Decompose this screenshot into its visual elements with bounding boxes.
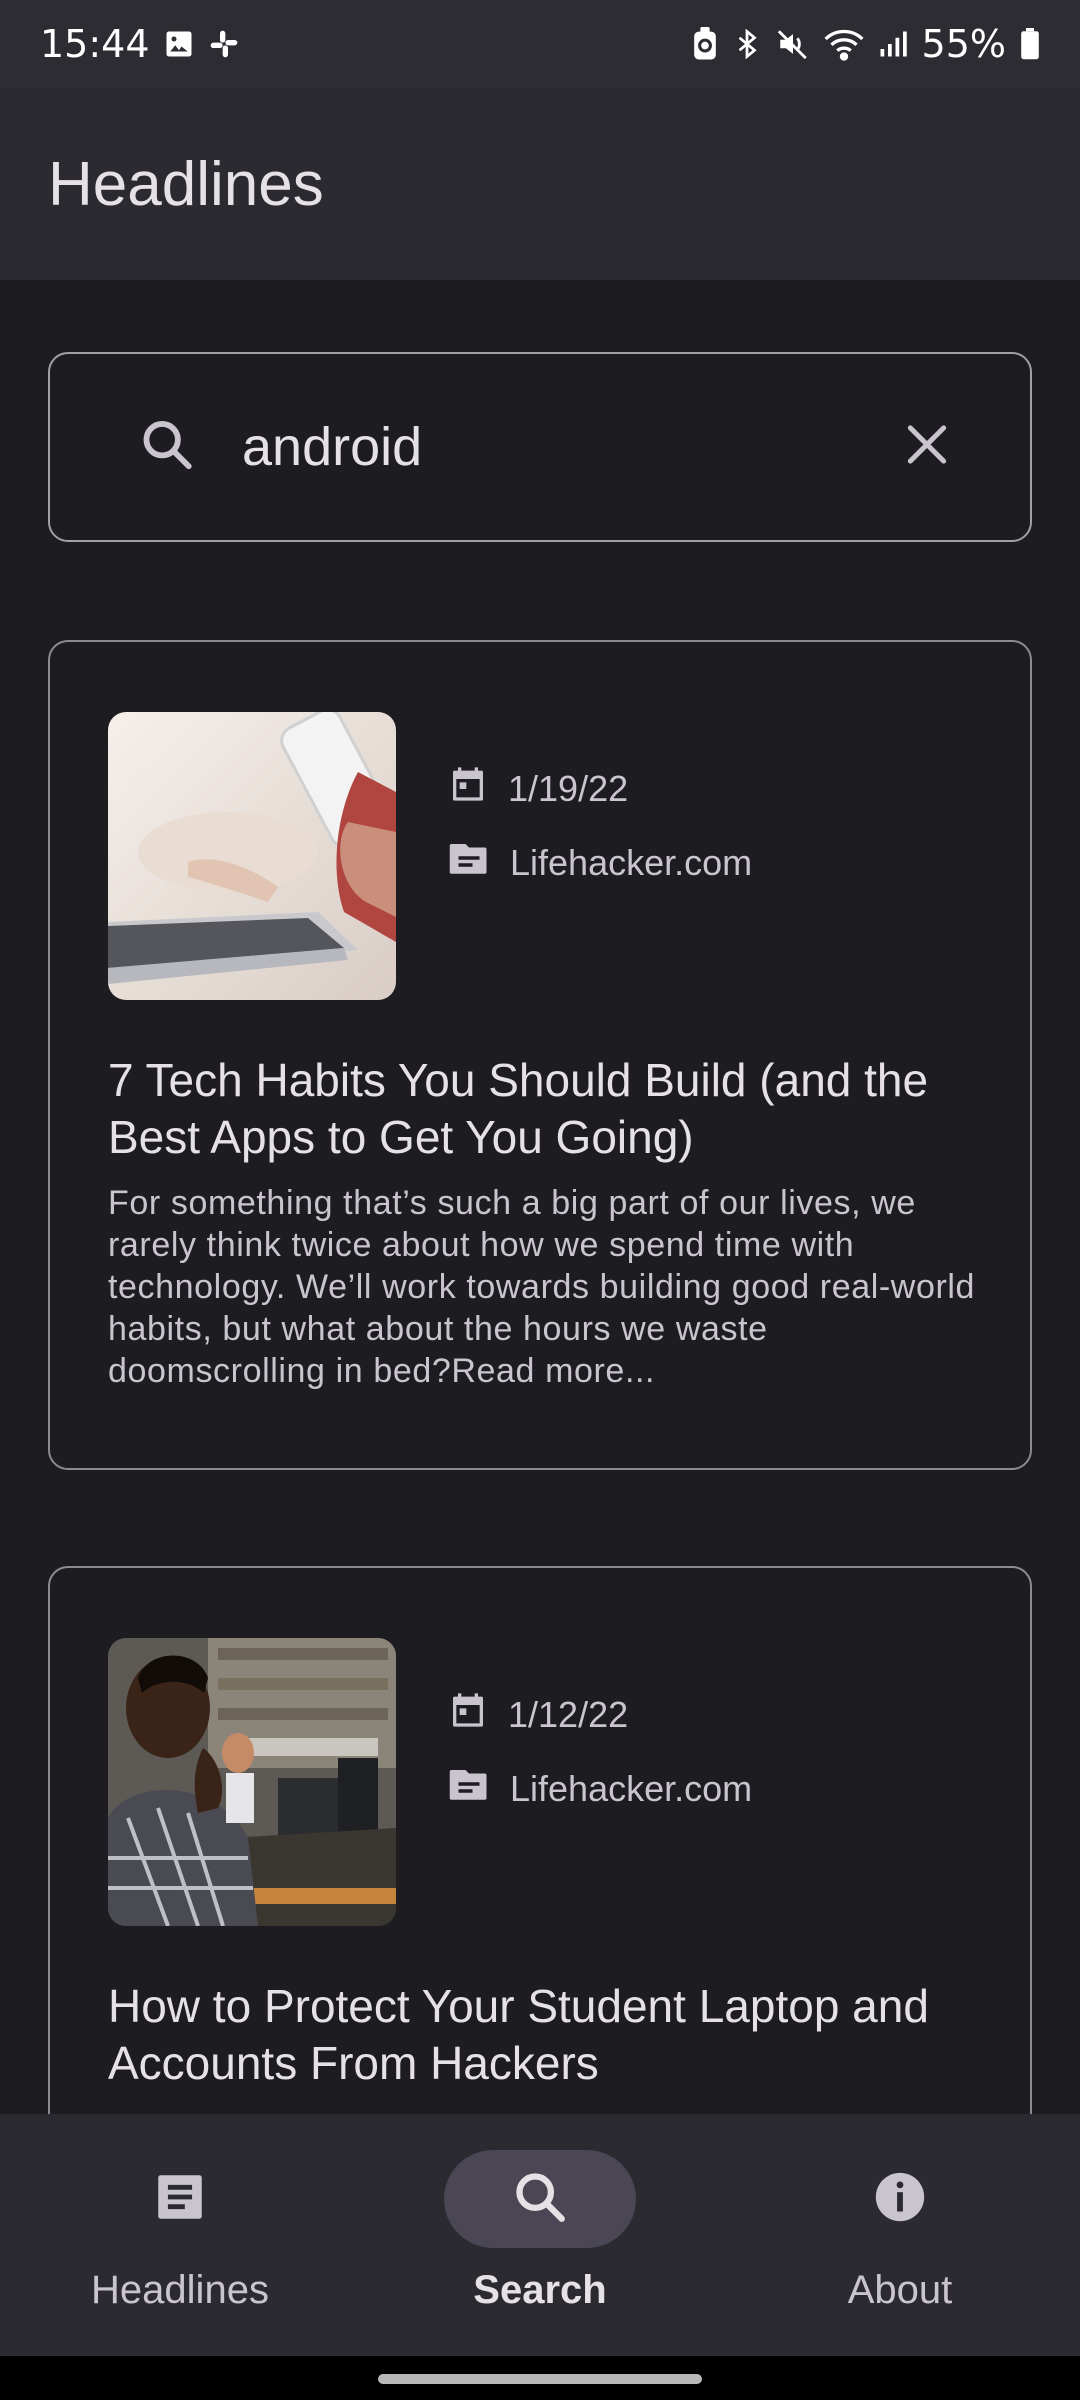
info-icon xyxy=(871,2168,929,2231)
nav-indicator xyxy=(804,2150,996,2248)
bottom-navigation: Headlines Search About xyxy=(0,2114,1080,2356)
close-icon[interactable] xyxy=(902,420,952,475)
nav-indicator xyxy=(444,2150,636,2248)
nav-item-search[interactable]: Search xyxy=(360,2114,720,2356)
article-thumbnail xyxy=(108,712,396,1000)
article-date-text: 1/12/22 xyxy=(508,1693,629,1735)
article-title[interactable]: How to Protect Your Student Laptop and A… xyxy=(108,1978,988,2092)
nav-label: Headlines xyxy=(91,2268,269,2312)
article-source: Lifehacker.com xyxy=(448,1764,752,1813)
gesture-navigation-area xyxy=(0,2356,1080,2400)
article-card[interactable]: 1/19/22 Lifehacker.com 7 Tech Habits You… xyxy=(48,640,1032,1470)
search-input[interactable] xyxy=(242,416,892,478)
gallery-icon xyxy=(164,29,194,59)
article-date: 1/19/22 xyxy=(448,764,628,813)
bluetooth-icon xyxy=(732,27,762,61)
article-source-text: Lifehacker.com xyxy=(510,1767,753,1809)
article-thumbnail xyxy=(108,1638,396,1926)
slack-icon xyxy=(208,28,240,60)
article-icon xyxy=(151,2168,209,2231)
nav-indicator xyxy=(84,2150,276,2248)
source-icon xyxy=(448,838,490,887)
article-summary: For something that’s such a big part of … xyxy=(108,1184,976,1390)
calendar-icon xyxy=(448,1690,488,1739)
article-title[interactable]: 7 Tech Habits You Should Build (and the … xyxy=(108,1052,988,1166)
status-time: 15:44 xyxy=(40,22,150,66)
search-field[interactable] xyxy=(48,352,1032,542)
calendar-icon xyxy=(448,764,488,813)
nav-item-about[interactable]: About xyxy=(720,2114,1080,2356)
nav-label: Search xyxy=(473,2268,607,2312)
status-left: 15:44 xyxy=(40,22,240,66)
page-title: Headlines xyxy=(48,149,324,219)
article-source: Lifehacker.com xyxy=(448,838,752,887)
top-app-bar: Headlines xyxy=(0,88,1080,280)
battery-saver-icon xyxy=(692,27,718,61)
nav-item-headlines[interactable]: Headlines xyxy=(0,2114,360,2356)
status-bar: 15:44 55% xyxy=(0,0,1080,88)
article-date: 1/12/22 xyxy=(448,1690,628,1739)
search-icon xyxy=(511,2168,569,2231)
article-source-text: Lifehacker.com xyxy=(510,841,753,883)
wifi-icon xyxy=(824,27,864,61)
mute-icon xyxy=(776,27,810,61)
source-icon xyxy=(448,1764,490,1813)
search-icon xyxy=(138,416,196,479)
nav-label: About xyxy=(847,2268,953,2312)
battery-percent: 55% xyxy=(921,22,1006,66)
gesture-handle[interactable] xyxy=(378,2374,702,2384)
article-date-text: 1/19/22 xyxy=(508,767,629,809)
battery-icon xyxy=(1020,28,1040,60)
status-right: 55% xyxy=(692,22,1040,66)
signal-icon xyxy=(878,29,908,59)
